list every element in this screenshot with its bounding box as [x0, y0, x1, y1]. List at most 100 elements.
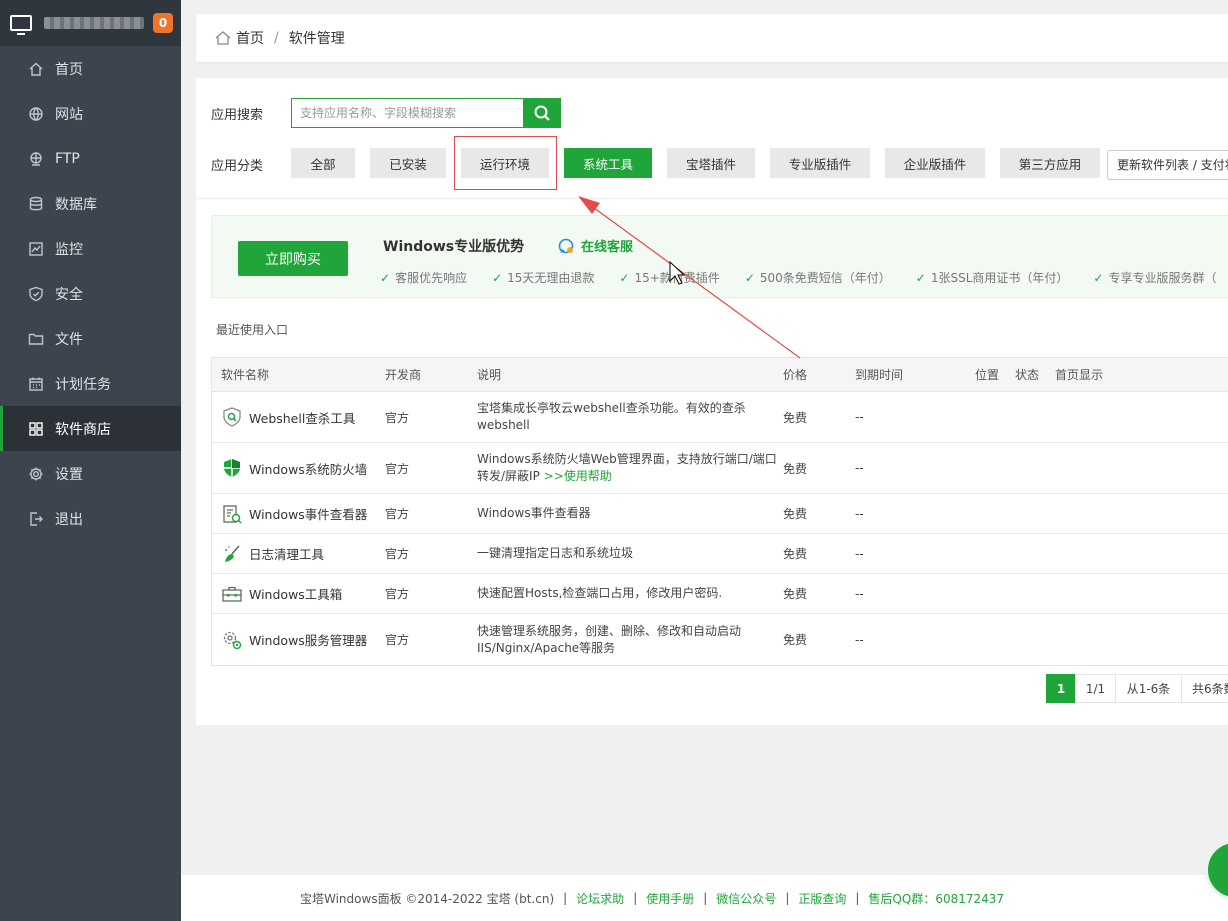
table-row[interactable]: Windows系统防火墙 官方 Windows系统防火墙Web管理界面，支持放行… — [212, 443, 1228, 494]
expire-time: -- — [855, 546, 864, 561]
sidebar: 0 首页 网站 FTP 数据库 监控 安全 文件 计划任务 软件商店 设置 退出 — [0, 0, 181, 921]
perk-item: 客服优先响应 — [380, 269, 467, 286]
footer-link-qq-group[interactable]: 售后QQ群：608172437 — [868, 890, 1004, 907]
server-address-masked — [44, 17, 144, 29]
pagination: 1 1/1 从1-6条 共6条数 — [1046, 674, 1228, 703]
buy-now-button[interactable]: 立即购买 — [238, 241, 348, 276]
header-desc: 说明 — [477, 368, 502, 382]
broom-icon — [225, 544, 240, 562]
description-text: Windows系统防火墙Web管理界面，支持放行端口/端口转发/屏蔽IP — [477, 452, 777, 483]
software-name-label: Windows事件查看器 — [249, 507, 368, 522]
footer-separator: | — [703, 891, 708, 905]
table-row[interactable]: 日志清理工具 官方 一键清理指定日志和系统垃圾 免费 -- — [212, 534, 1228, 574]
price: 免费 — [783, 547, 808, 561]
tab-pro-plugins[interactable]: 专业版插件 — [770, 148, 870, 178]
toolbox-icon — [222, 586, 242, 602]
breadcrumb-separator: / — [274, 30, 279, 46]
developer: 官方 — [385, 587, 410, 601]
expire-time: -- — [855, 506, 864, 521]
software-name-label: Windows工具箱 — [249, 587, 343, 602]
table-row[interactable]: Windows事件查看器 官方 Windows事件查看器 免费 -- — [212, 494, 1228, 534]
tab-enterprise-plugins[interactable]: 企业版插件 — [885, 148, 985, 178]
software-name[interactable]: Windows服务管理器 — [221, 629, 367, 651]
table-row[interactable]: Windows服务管理器 官方 快速管理系统服务，创建、删除、修改和自动启动II… — [212, 614, 1228, 665]
search-row: 应用搜索 支持应用名称、字段模糊搜索 — [211, 98, 561, 128]
developer: 官方 — [385, 633, 410, 647]
sidebar-item-label: 退出 — [55, 511, 83, 528]
perk-item: 15天无理由退款 — [492, 269, 594, 286]
software-name-label: Windows系统防火墙 — [249, 461, 368, 477]
search-icon — [534, 105, 550, 121]
software-name[interactable]: Windows系统防火墙 — [221, 457, 367, 479]
search-input[interactable]: 支持应用名称、字段模糊搜索 — [291, 98, 523, 128]
search-label: 应用搜索 — [211, 107, 264, 123]
description: 宝塔集成长亭牧云webshell查杀功能。有效的查杀webshell — [477, 401, 746, 432]
sidebar-item-security[interactable]: 安全 — [0, 271, 181, 316]
developer: 官方 — [385, 547, 410, 561]
software-name[interactable]: Windows事件查看器 — [221, 503, 367, 525]
sidebar-item-label: 安全 — [55, 286, 83, 303]
price: 免费 — [783, 633, 808, 647]
sidebar-item-label: 文件 — [55, 331, 83, 348]
firewall-shield-icon — [224, 459, 240, 477]
tab-all[interactable]: 全部 — [291, 148, 355, 178]
developer: 官方 — [385, 461, 410, 476]
monitor-chart-icon — [28, 241, 44, 257]
globe-icon — [28, 106, 44, 122]
table-row[interactable]: Webshell查杀工具 官方 宝塔集成长亭牧云webshell查杀功能。有效的… — [212, 392, 1228, 443]
page-current[interactable]: 1 — [1046, 674, 1075, 703]
footer-separator: | — [633, 891, 638, 905]
sidebar-item-files[interactable]: 文件 — [0, 316, 181, 361]
service-gear-icon — [223, 631, 242, 649]
description: Windows系统防火墙Web管理界面，支持放行端口/端口转发/屏蔽IP >>使… — [477, 451, 777, 485]
page-range: 从1-6条 — [1115, 674, 1181, 703]
perk-item: 15+款付费插件 — [619, 269, 719, 286]
webshell-scan-icon — [223, 407, 241, 427]
header-expire: 到期时间 — [855, 368, 904, 382]
software-name[interactable]: Windows工具箱 — [221, 583, 342, 605]
breadcrumb-home[interactable]: 首页 — [236, 28, 264, 48]
help-link[interactable]: >>使用帮助 — [544, 469, 612, 483]
footer-link-license[interactable]: 正版查询 — [798, 890, 846, 907]
page-count: 1/1 — [1075, 674, 1115, 703]
software-name[interactable]: Webshell查杀工具 — [221, 406, 355, 428]
sidebar-item-settings[interactable]: 设置 — [0, 451, 181, 496]
notification-badge[interactable]: 0 — [153, 13, 173, 33]
footer-link-wechat[interactable]: 微信公众号 — [716, 890, 776, 907]
tab-bt-plugins[interactable]: 宝塔插件 — [667, 148, 755, 178]
home-icon — [215, 31, 231, 45]
software-name-label: Webshell查杀工具 — [249, 410, 356, 426]
description: 快速配置Hosts,检查端口占用，修改用户密码. — [477, 586, 723, 600]
software-name[interactable]: 日志清理工具 — [221, 543, 324, 565]
online-service-link[interactable]: 在线客服 — [557, 236, 633, 255]
sidebar-item-app-store[interactable]: 软件商店 — [0, 406, 181, 451]
sidebar-item-monitor[interactable]: 监控 — [0, 226, 181, 271]
expire-time: -- — [855, 461, 864, 475]
perks-list: 客服优先响应 15天无理由退款 15+款付费插件 500条免费短信（年付） 1张… — [380, 269, 1228, 286]
perk-item: 1张SSL商用证书（年付） — [916, 269, 1069, 286]
sidebar-item-logout[interactable]: 退出 — [0, 496, 181, 541]
server-header[interactable]: 0 — [0, 0, 181, 46]
breadcrumb: 首页 / 软件管理 — [196, 14, 1228, 62]
sidebar-item-database[interactable]: 数据库 — [0, 181, 181, 226]
page-total: 共6条数 — [1181, 674, 1228, 703]
tab-system-tools[interactable]: 系统工具 — [564, 148, 652, 178]
developer: 官方 — [385, 410, 410, 425]
sidebar-item-website[interactable]: 网站 — [0, 91, 181, 136]
table-row[interactable]: Windows工具箱 官方 快速配置Hosts,检查端口占用，修改用户密码. 免… — [212, 574, 1228, 614]
tab-installed[interactable]: 已安装 — [370, 148, 446, 178]
description: 快速管理系统服务，创建、删除、修改和自动启动IIS/Nginx/Apache等服… — [477, 623, 742, 655]
search-button[interactable] — [523, 98, 561, 128]
description: 一键清理指定日志和系统垃圾 — [477, 546, 634, 560]
sidebar-item-cron[interactable]: 计划任务 — [0, 361, 181, 406]
sidebar-item-ftp[interactable]: FTP — [0, 136, 181, 181]
pro-promo-banner: 立即购买 Windows专业版优势 在线客服 客服优先响应 15天无理由退款 1… — [211, 215, 1228, 298]
footer-link-manual[interactable]: 使用手册 — [646, 890, 694, 907]
tab-third-party[interactable]: 第三方应用 — [1000, 148, 1100, 178]
sidebar-item-home[interactable]: 首页 — [0, 46, 181, 91]
footer-link-forum[interactable]: 论坛求助 — [576, 890, 624, 907]
refresh-list-select[interactable]: 更新软件列表 / 支付状态 — [1107, 150, 1228, 180]
sidebar-item-label: 网站 — [55, 106, 83, 123]
grid-icon — [28, 421, 44, 437]
category-label: 应用分类 — [211, 159, 264, 174]
